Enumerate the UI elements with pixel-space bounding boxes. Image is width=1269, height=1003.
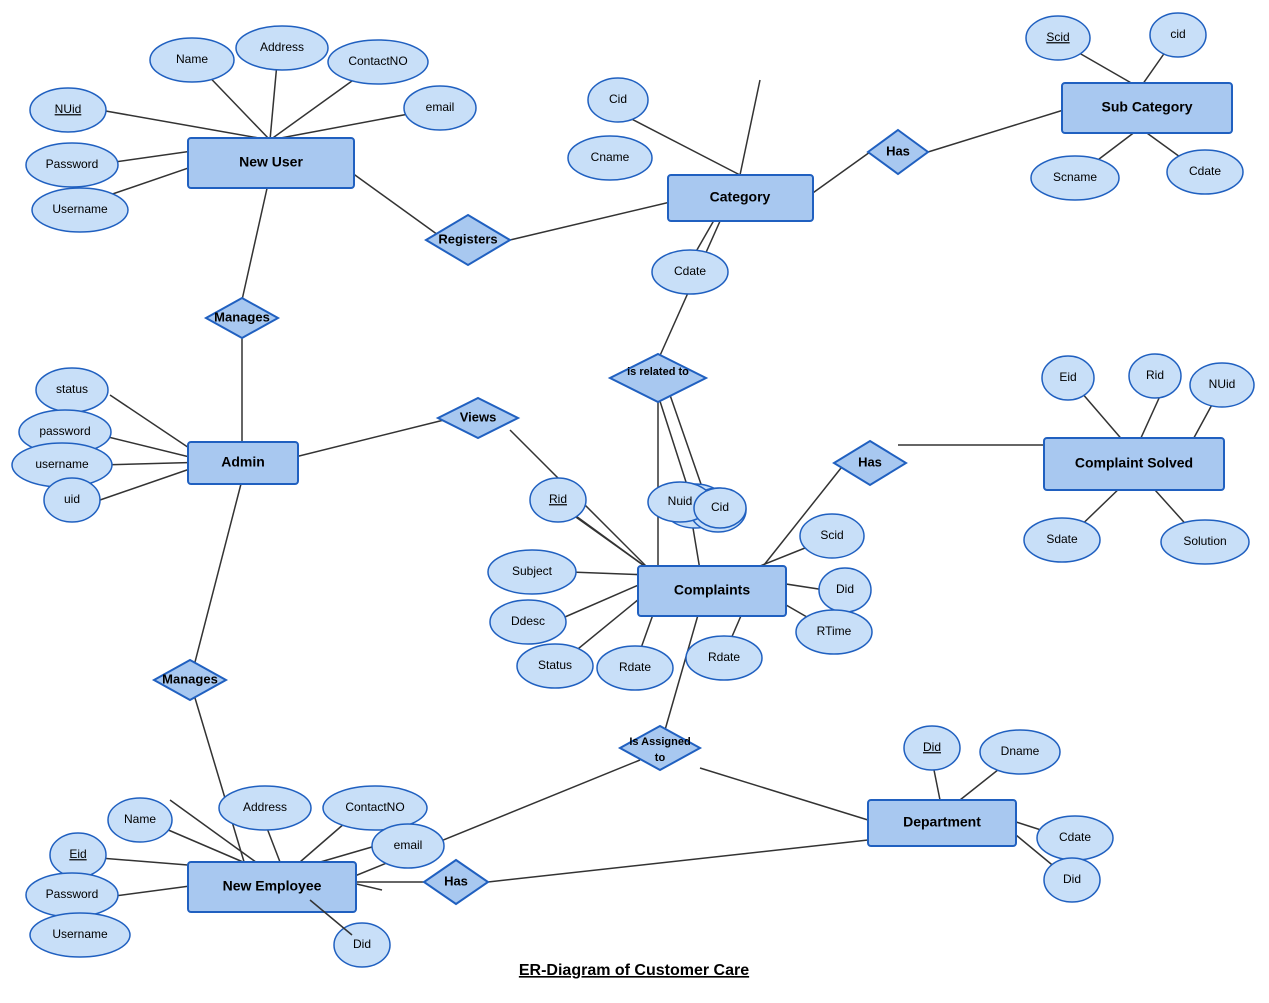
svg-text:Rid: Rid xyxy=(549,492,567,506)
svg-text:ContactNO: ContactNO xyxy=(348,54,407,68)
svg-text:password: password xyxy=(39,424,90,438)
svg-text:Scid: Scid xyxy=(820,528,843,542)
svg-text:Subject: Subject xyxy=(512,564,553,578)
svg-text:Did: Did xyxy=(836,582,854,596)
svg-text:email: email xyxy=(426,100,455,114)
is-assigned-to-label2: to xyxy=(655,752,666,764)
svg-text:Rdate: Rdate xyxy=(708,650,740,664)
svg-text:Name: Name xyxy=(176,52,208,66)
svg-text:username: username xyxy=(35,457,89,471)
admin-label: Admin xyxy=(221,454,265,470)
svg-text:Did: Did xyxy=(353,937,371,951)
svg-text:Rdate: Rdate xyxy=(619,660,651,674)
new-user-label: New User xyxy=(239,154,303,170)
svg-text:Status: Status xyxy=(538,658,572,672)
svg-text:Cdate: Cdate xyxy=(1189,164,1221,178)
svg-text:Cdate: Cdate xyxy=(674,264,706,278)
has-category-label: Has xyxy=(886,143,910,158)
svg-text:Password: Password xyxy=(46,157,99,171)
svg-text:Cid: Cid xyxy=(711,500,729,514)
is-assigned-to-label: Is Assigned xyxy=(629,736,690,748)
svg-text:Solution: Solution xyxy=(1183,534,1226,548)
svg-text:Name: Name xyxy=(124,812,156,826)
svg-text:Password: Password xyxy=(46,887,99,901)
svg-text:NUid: NUid xyxy=(55,102,82,116)
department-label: Department xyxy=(903,814,981,830)
complaint-solved-label: Complaint Solved xyxy=(1075,455,1193,471)
category-label: Category xyxy=(710,189,771,205)
svg-text:Did: Did xyxy=(1063,872,1081,886)
complaints-label: Complaints xyxy=(674,582,750,598)
svg-text:Cid: Cid xyxy=(609,92,627,106)
is-related-to-diamond xyxy=(610,354,706,402)
svg-text:Username: Username xyxy=(52,927,108,941)
svg-text:uid: uid xyxy=(64,492,80,506)
svg-text:Eid: Eid xyxy=(69,847,86,861)
svg-text:Address: Address xyxy=(260,40,304,54)
svg-text:Address: Address xyxy=(243,800,287,814)
svg-text:Nuid: Nuid xyxy=(668,494,693,508)
svg-text:Sdate: Sdate xyxy=(1046,532,1078,546)
svg-text:Cdate: Cdate xyxy=(1059,830,1091,844)
has-complaint-label: Has xyxy=(858,454,882,469)
svg-text:Rid: Rid xyxy=(1146,368,1164,382)
sub-category-label: Sub Category xyxy=(1101,99,1192,115)
svg-text:Did: Did xyxy=(923,740,941,754)
views-label: Views xyxy=(460,409,497,424)
diagram-title: ER-Diagram of Customer Care xyxy=(519,962,749,979)
registers-label: Registers xyxy=(438,231,497,246)
svg-text:status: status xyxy=(56,382,88,396)
svg-text:cid: cid xyxy=(1170,27,1185,41)
svg-text:Cname: Cname xyxy=(591,150,630,164)
manages-top-label: Manages xyxy=(214,309,270,324)
is-related-to-label: is related to xyxy=(627,366,689,378)
svg-text:Eid: Eid xyxy=(1059,370,1076,384)
svg-text:email: email xyxy=(394,838,423,852)
manages-bottom-label: Manages xyxy=(162,671,218,686)
svg-text:Dname: Dname xyxy=(1001,744,1040,758)
new-employee-label: New Employee xyxy=(223,878,322,894)
svg-text:NUid: NUid xyxy=(1209,377,1236,391)
has-employee-label: Has xyxy=(444,873,468,888)
svg-text:ContactNO: ContactNO xyxy=(345,800,404,814)
svg-text:RTime: RTime xyxy=(817,624,852,638)
svg-text:Username: Username xyxy=(52,202,108,216)
svg-text:Scname: Scname xyxy=(1053,170,1097,184)
svg-text:Scid: Scid xyxy=(1046,30,1069,44)
svg-text:Ddesc: Ddesc xyxy=(511,614,545,628)
